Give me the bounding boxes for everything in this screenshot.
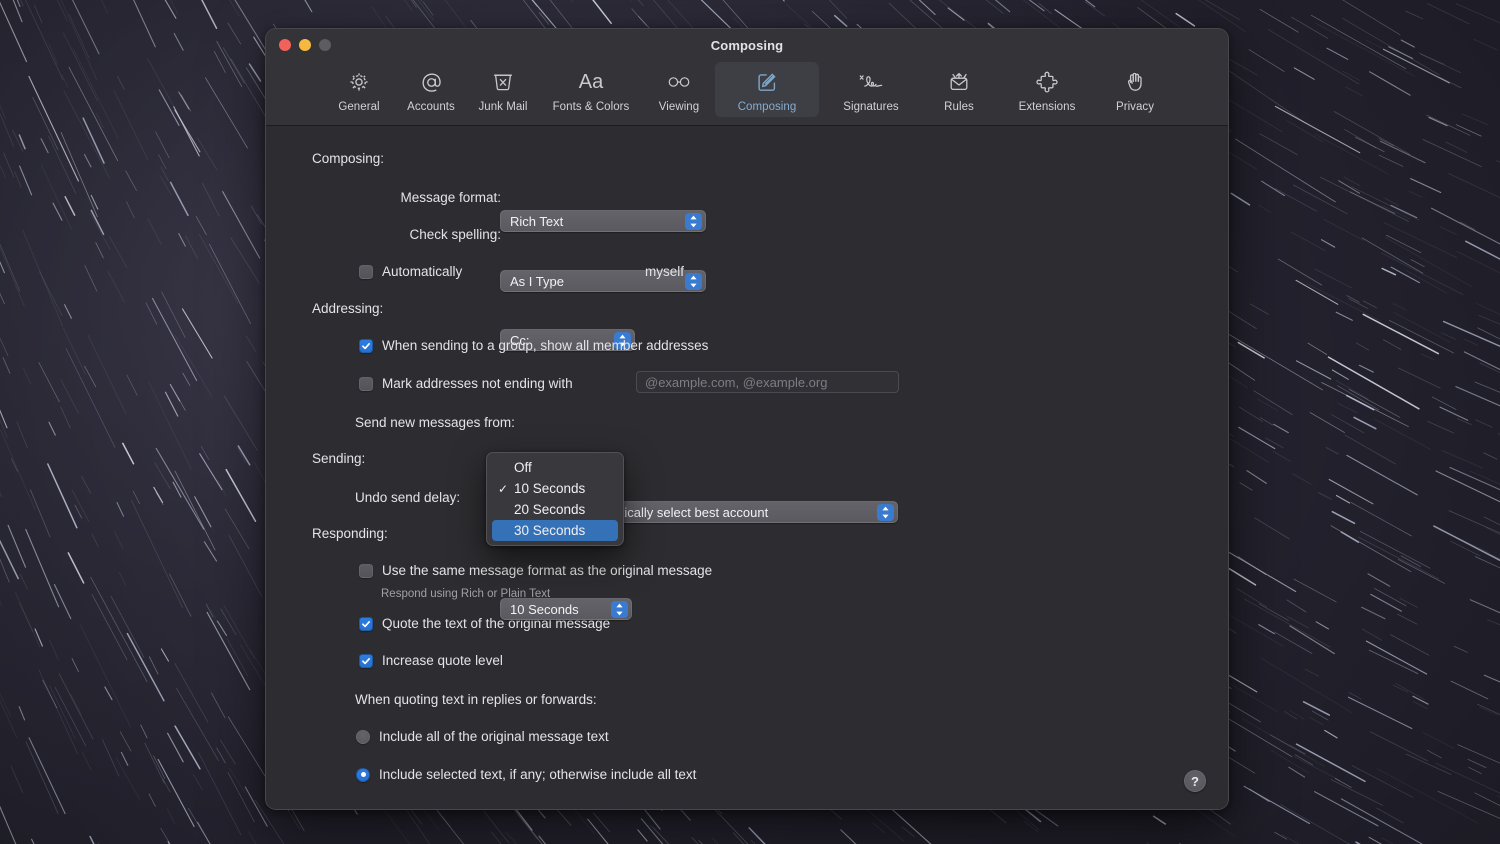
compose-pencil-icon: [755, 67, 779, 97]
quote-text-checkbox[interactable]: [359, 616, 373, 631]
window-titlebar: Composing General Accounts Junk Mail Aa …: [266, 29, 1228, 126]
quote-option-all-row: Include all of the original message text: [356, 729, 609, 744]
tab-general[interactable]: General: [323, 62, 395, 117]
tab-signatures[interactable]: Signatures: [819, 62, 923, 117]
tab-accounts[interactable]: Accounts: [395, 62, 467, 117]
increase-quote-row: Increase quote level: [359, 653, 503, 668]
tab-rules-label: Rules: [944, 101, 974, 113]
increase-quote-label: Increase quote level: [382, 653, 503, 668]
tab-viewing[interactable]: Viewing: [643, 62, 715, 117]
same-format-checkbox[interactable]: [359, 563, 373, 578]
quote-option-all-label: Include all of the original message text: [379, 729, 609, 744]
quote-option-selected-row: Include selected text, if any; otherwise…: [356, 767, 696, 782]
increase-quote-checkbox[interactable]: [359, 653, 373, 668]
send-new-messages-from-label: Send new messages from:: [355, 415, 515, 430]
chevron-up-down-icon: [685, 213, 702, 230]
tab-privacy-label: Privacy: [1115, 101, 1155, 113]
quote-option-selected-radio[interactable]: [356, 767, 370, 782]
check-spelling-label: Check spelling:: [409, 227, 501, 242]
tab-accounts-label: Accounts: [407, 101, 455, 113]
mail-preferences-window: Composing General Accounts Junk Mail Aa …: [265, 28, 1229, 810]
message-format-value: Rich Text: [510, 213, 564, 229]
hand-icon: [1123, 67, 1147, 97]
tab-fonts-colors-label: Fonts & Colors: [552, 101, 630, 113]
quote-option-all-radio[interactable]: [356, 729, 370, 744]
signature-icon: [857, 67, 885, 97]
chevron-up-down-icon: [611, 601, 628, 618]
message-format-select[interactable]: Rich Text: [500, 210, 706, 232]
tab-extensions[interactable]: Extensions: [995, 62, 1099, 117]
tab-rules[interactable]: Rules: [923, 62, 995, 117]
tab-general-label: General: [338, 101, 380, 113]
tab-junk-mail[interactable]: Junk Mail: [467, 62, 539, 117]
group-addresses-label: When sending to a group, show all member…: [382, 338, 709, 353]
tab-junk-mail-label: Junk Mail: [478, 101, 528, 113]
same-format-label: Use the same message format as the origi…: [382, 563, 713, 578]
menu-item-30-seconds[interactable]: 30 Seconds: [492, 520, 618, 541]
tab-extensions-label: Extensions: [1018, 101, 1076, 113]
puzzle-piece-icon: [1035, 67, 1060, 97]
addressing-section-heading: Addressing:: [312, 301, 384, 316]
envelope-arrows-icon: [947, 67, 971, 97]
same-format-row: Use the same message format as the origi…: [359, 563, 712, 578]
group-addresses-checkbox[interactable]: [359, 338, 373, 353]
trash-x-icon: [491, 67, 515, 97]
tab-composing[interactable]: Composing: [715, 62, 819, 117]
mark-addresses-checkbox[interactable]: [359, 376, 373, 391]
message-format-label: Message format:: [400, 190, 501, 205]
tab-fonts-colors[interactable]: Aa Fonts & Colors: [539, 62, 643, 117]
undo-send-delay-dropdown-menu[interactable]: Off ✓ 10 Seconds 20 Seconds 30 Seconds: [486, 452, 624, 546]
aa-icon: Aa: [578, 71, 604, 93]
window-title: Composing: [710, 38, 784, 53]
help-button[interactable]: ?: [1184, 770, 1206, 792]
undo-send-delay-label: Undo send delay:: [355, 490, 461, 505]
mark-addresses-row: Mark addresses not ending with: [359, 376, 573, 391]
automatically-cc-checkbox[interactable]: [359, 264, 373, 279]
menu-check-mark: ✓: [498, 481, 509, 496]
preferences-content-pane: Composing: Message format: Rich Text Che…: [266, 126, 1228, 809]
mark-addresses-input[interactable]: @example.com, @example.org: [636, 371, 899, 393]
mark-addresses-placeholder: @example.com, @example.org: [645, 374, 828, 390]
automatically-cc-row: Automatically: [359, 264, 462, 279]
automatically-label: Automatically: [382, 264, 463, 279]
desktop: Composing General Accounts Junk Mail Aa …: [0, 0, 1500, 844]
tab-composing-label: Composing: [737, 101, 797, 113]
menu-item-label: 20 Seconds: [514, 502, 586, 517]
responding-section-heading: Responding:: [312, 526, 388, 541]
preferences-toolbar: General Accounts Junk Mail Aa Fonts & Co…: [266, 62, 1228, 117]
mark-addresses-label: Mark addresses not ending with: [382, 376, 573, 391]
group-addresses-row: When sending to a group, show all member…: [359, 338, 708, 353]
chevron-up-down-icon: [877, 504, 894, 521]
glasses-icon: [666, 67, 692, 97]
at-sign-icon: [419, 67, 444, 97]
quoting-heading: When quoting text in replies or forwards…: [355, 692, 597, 707]
undo-send-delay-select[interactable]: 10 Seconds: [500, 598, 632, 620]
menu-item-label: 30 Seconds: [514, 523, 586, 538]
menu-item-label: Off: [514, 460, 532, 475]
myself-label: myself: [645, 264, 685, 279]
sending-section-heading: Sending:: [312, 451, 366, 466]
composing-section-heading: Composing:: [312, 151, 385, 166]
menu-item-10-seconds[interactable]: ✓ 10 Seconds: [492, 478, 618, 499]
gear-icon: [347, 67, 371, 97]
tab-privacy[interactable]: Privacy: [1099, 62, 1171, 117]
tab-signatures-label: Signatures: [843, 101, 899, 113]
chevron-up-down-icon: [685, 273, 702, 290]
menu-item-20-seconds[interactable]: 20 Seconds: [492, 499, 618, 520]
question-mark-icon: ?: [1191, 773, 1199, 789]
check-spelling-value: As I Type: [510, 273, 564, 289]
menu-item-off[interactable]: Off: [492, 457, 618, 478]
menu-item-label: 10 Seconds: [514, 481, 586, 496]
undo-send-delay-value: 10 Seconds: [510, 601, 579, 617]
quote-option-selected-label: Include selected text, if any; otherwise…: [379, 767, 697, 782]
tab-viewing-label: Viewing: [658, 101, 700, 113]
